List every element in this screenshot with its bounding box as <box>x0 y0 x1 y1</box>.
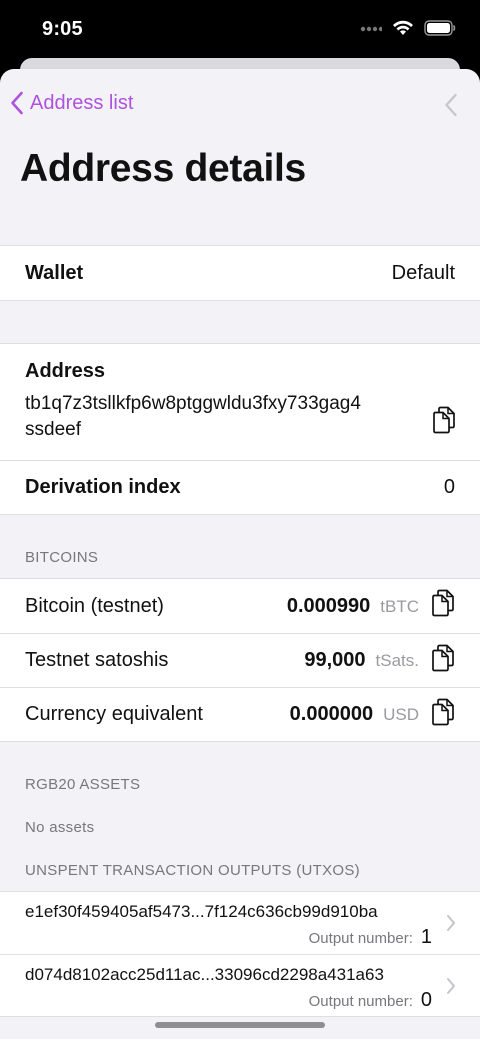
copy-satoshis-button[interactable] <box>431 644 455 678</box>
utxo-id: d074d8102acc25d11ac...33096cd2298a431a63 <box>25 965 384 984</box>
address-value-line1: tb1q7z3tsllkfp6w8ptggwldu3fxy733gag4 <box>25 393 361 414</box>
testnet-satoshis-value: 99,000 <box>304 649 366 671</box>
address-label: Address <box>25 360 106 382</box>
utxo-row[interactable]: e1ef30f459405af5473...7f124c636cb99d910b… <box>0 892 480 954</box>
copy-icon <box>431 698 455 732</box>
home-indicator[interactable] <box>155 1022 325 1028</box>
output-number-value: 0 <box>420 989 432 1011</box>
utxos-group: e1ef30f459405af5473...7f124c636cb99d910b… <box>0 891 480 1017</box>
testnet-satoshis-amount: 99,000 tSats. <box>304 649 419 672</box>
chevron-left-icon <box>444 93 458 121</box>
forward-button[interactable] <box>444 93 458 122</box>
testnet-satoshis-unit: tSats. <box>375 651 419 670</box>
derivation-index-value: 0 <box>443 476 455 498</box>
currency-equivalent-label: Currency equivalent <box>25 703 203 725</box>
status-bar: 9:05 <box>0 0 480 62</box>
currency-equivalent-amount: 0.000000 USD <box>290 703 419 726</box>
chevron-left-icon <box>10 91 24 115</box>
currency-equivalent-unit: USD <box>383 705 419 724</box>
bitcoins-group: Bitcoin (testnet) 0.000990 tBTC Testnet … <box>0 578 480 742</box>
copy-icon <box>432 406 456 440</box>
utxo-output: Output number: 0 <box>309 989 432 1012</box>
testnet-satoshis-label: Testnet satoshis <box>25 649 169 671</box>
chevron-right-icon <box>446 977 456 1000</box>
wallet-row: Wallet Default <box>0 246 480 300</box>
bitcoin-testnet-value: 0.000990 <box>286 594 371 617</box>
copy-address-button[interactable] <box>432 406 456 440</box>
cellular-signal-icon <box>360 22 384 40</box>
status-icons <box>360 20 456 41</box>
copy-bitcoin-button[interactable] <box>431 589 455 623</box>
wifi-icon <box>392 20 414 41</box>
status-time: 9:05 <box>42 18 83 40</box>
wallet-value: Default <box>391 261 455 284</box>
address-group: Address tb1q7z3tsllkfp6w8ptggwldu3fxy733… <box>0 343 480 515</box>
page-title: Address details <box>20 147 306 190</box>
address-details-sheet: Address list Address details Wallet Defa… <box>0 69 480 1039</box>
bitcoin-testnet-label: Bitcoin (testnet) <box>25 594 164 617</box>
address-value: tb1q7z3tsllkfp6w8ptggwldu3fxy733gag4 ssd… <box>25 391 361 443</box>
rgb20-section-header: RGB20 ASSETS <box>25 776 141 793</box>
address-row: Address tb1q7z3tsllkfp6w8ptggwldu3fxy733… <box>0 344 480 460</box>
copy-currency-button[interactable] <box>431 698 455 732</box>
bitcoin-testnet-row: Bitcoin (testnet) 0.000990 tBTC <box>0 579 480 633</box>
derivation-index-row: Derivation index 0 <box>0 460 480 514</box>
no-assets-text: No assets <box>25 819 95 836</box>
utxo-row[interactable]: d074d8102acc25d11ac...33096cd2298a431a63… <box>0 954 480 1016</box>
output-number-value: 1 <box>420 926 432 948</box>
bitcoin-testnet-unit: tBTC <box>380 596 419 616</box>
address-value-line2: ssdeef <box>25 419 81 440</box>
bitcoins-section-header: BITCOINS <box>25 549 99 566</box>
currency-equivalent-value: 0.000000 <box>289 703 374 725</box>
back-button-label: Address list <box>30 91 134 114</box>
bitcoin-testnet-amount: 0.000990 tBTC <box>287 595 419 618</box>
back-button[interactable]: Address list <box>10 91 133 115</box>
output-number-label: Output number: <box>308 993 413 1010</box>
wallet-label: Wallet <box>25 261 84 284</box>
output-number-label: Output number: <box>308 930 413 947</box>
utxo-id: e1ef30f459405af5473...7f124c636cb99d910b… <box>25 902 378 921</box>
copy-icon <box>431 589 455 623</box>
utxo-output: Output number: 1 <box>309 926 432 949</box>
battery-icon <box>424 20 456 41</box>
copy-icon <box>431 644 455 678</box>
utxos-section-header: UNSPENT TRANSACTION OUTPUTS (UTXOS) <box>25 862 360 879</box>
currency-equivalent-row: Currency equivalent 0.000000 USD <box>0 687 480 741</box>
chevron-right-icon <box>446 914 456 937</box>
derivation-index-label: Derivation index <box>25 476 181 498</box>
testnet-satoshis-row: Testnet satoshis 99,000 tSats. <box>0 633 480 687</box>
wallet-group: Wallet Default <box>0 245 480 301</box>
